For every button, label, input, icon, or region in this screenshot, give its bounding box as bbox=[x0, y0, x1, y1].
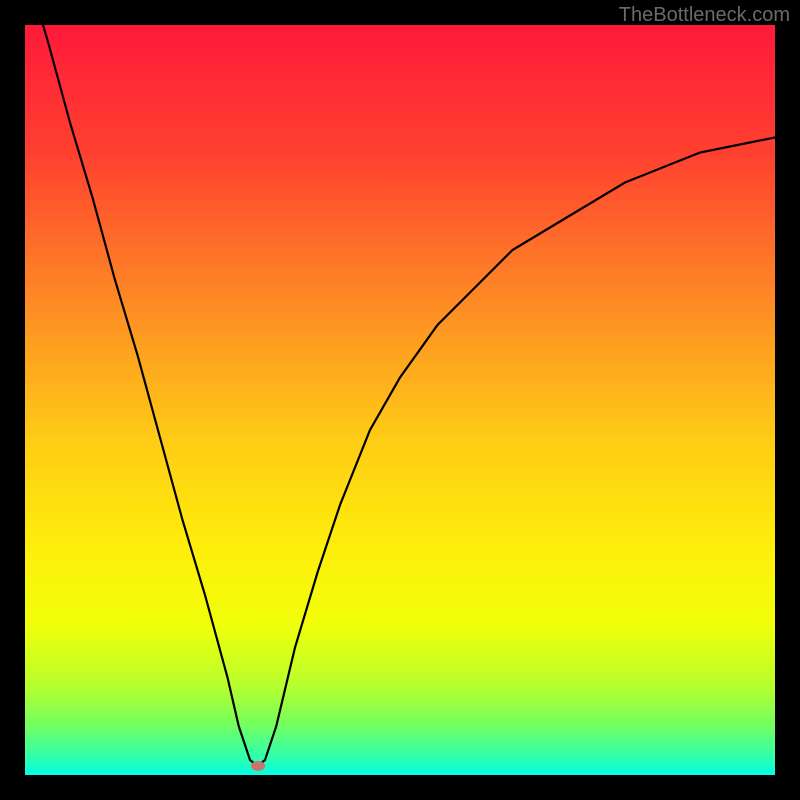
chart-curve bbox=[25, 25, 775, 775]
watermark-text: TheBottleneck.com bbox=[619, 4, 790, 27]
chart-marker-dot bbox=[251, 761, 265, 771]
chart-plot-area bbox=[25, 25, 775, 775]
